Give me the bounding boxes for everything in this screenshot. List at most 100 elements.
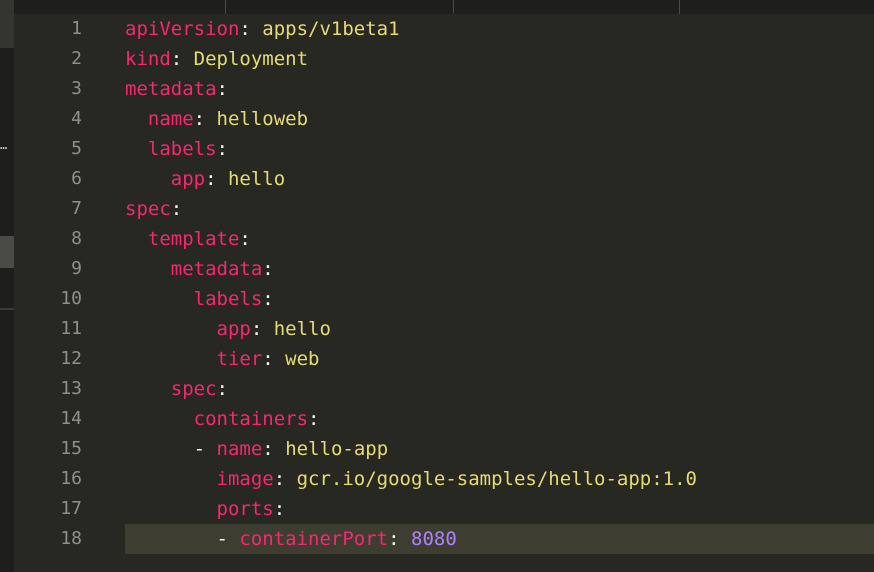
line-number: 5 [71, 138, 82, 159]
colon: : [262, 438, 274, 460]
code-text[interactable]: image: gcr.io/google-samples/hello-app:1… [125, 464, 697, 494]
code-text[interactable]: name: helloweb [125, 104, 308, 134]
code-line[interactable]: 2 kind: Deployment [0, 44, 874, 74]
yaml-key: image [216, 468, 274, 490]
yaml-key: name [147, 108, 194, 130]
code-line[interactable]: 16 image: gcr.io/google-samples/hello-ap… [0, 464, 874, 494]
code-line[interactable]: 14 containers: [0, 404, 874, 434]
code-text[interactable]: labels: [125, 284, 274, 314]
code-text[interactable]: template: [125, 224, 251, 254]
yaml-key: containerPort [239, 528, 389, 550]
yaml-value: hello [262, 318, 331, 340]
line-number: 6 [71, 168, 82, 189]
colon: : [239, 18, 251, 40]
yaml-key: app [170, 168, 206, 190]
code-text[interactable]: - name: hello-app [125, 434, 389, 464]
yaml-key: name [216, 438, 263, 460]
code-text[interactable]: ports: [125, 494, 286, 524]
colon: : [170, 198, 183, 220]
line-number: 17 [60, 498, 82, 519]
line-number: 12 [60, 348, 82, 369]
code-text[interactable]: kind: Deployment [125, 44, 308, 74]
yaml-key: tier [216, 348, 263, 370]
line-number: 16 [60, 468, 82, 489]
code-line[interactable]: 18 - containerPort: 8080 [0, 524, 874, 554]
code-line[interactable]: 15 - name: hello-app [0, 434, 874, 464]
code-line[interactable]: 17 ports: [0, 494, 874, 524]
code-text[interactable]: spec: [125, 194, 182, 224]
yaml-value: hello-app [273, 438, 389, 460]
code-text[interactable]: spec: [125, 374, 228, 404]
yaml-value: Deployment [182, 48, 309, 70]
line-number: 2 [71, 48, 82, 69]
colon: : [250, 318, 263, 340]
code-line[interactable]: 7 spec: [0, 194, 874, 224]
colon: : [193, 108, 206, 130]
yaml-value: gcr.io/google-samples/hello-app:1.0 [285, 468, 697, 490]
code-line[interactable]: 1 apiVersion: apps/v1beta1 [0, 14, 874, 44]
colon: : [216, 78, 228, 100]
yaml-key: spec [125, 198, 171, 220]
code-line[interactable]: 13 spec: [0, 374, 874, 404]
yaml-key: ports [216, 498, 274, 520]
yaml-key: labels [147, 138, 217, 160]
tab-separator [225, 0, 226, 14]
code-text[interactable]: containers: [125, 404, 320, 434]
code-line[interactable]: 3 metadata: [0, 74, 874, 104]
tab-separator [453, 0, 454, 14]
line-number: 14 [60, 408, 82, 429]
list-dash: - [193, 438, 217, 460]
list-dash: - [216, 528, 240, 550]
code-line[interactable]: 12 tier: web [0, 344, 874, 374]
code-line[interactable]: 4 name: helloweb [0, 104, 874, 134]
line-number: 8 [71, 228, 82, 249]
line-number: 18 [60, 528, 82, 549]
code-line[interactable]: 9 metadata: [0, 254, 874, 284]
code-text[interactable]: tier: web [125, 344, 320, 374]
code-text[interactable]: metadata: [125, 254, 274, 284]
code-line[interactable]: 11 app: hello [0, 314, 874, 344]
yaml-key: template [147, 228, 240, 250]
yaml-value: web [273, 348, 320, 370]
line-number: 13 [60, 378, 82, 399]
line-number: 1 [71, 18, 82, 39]
code-text[interactable]: app: hello [125, 164, 285, 194]
code-line[interactable]: 10 labels: [0, 284, 874, 314]
code-line[interactable]: 6 app: hello [0, 164, 874, 194]
line-number: 7 [71, 198, 82, 219]
code-line[interactable]: 5 labels: [0, 134, 874, 164]
colon: : [170, 48, 183, 70]
colon: : [262, 288, 274, 310]
colon: : [239, 228, 251, 250]
colon: : [273, 498, 286, 520]
code-text[interactable]: metadata: [125, 74, 228, 104]
code-text[interactable]: app: hello [125, 314, 331, 344]
colon: : [216, 378, 228, 400]
yaml-key: kind [125, 48, 171, 70]
code-text[interactable]: apiVersion: apps/v1beta1 [125, 14, 400, 44]
colon: : [262, 348, 274, 370]
line-number: 15 [60, 438, 82, 459]
yaml-key: app [216, 318, 251, 340]
code-text[interactable]: - containerPort: 8080 [125, 524, 457, 554]
code-line[interactable]: 8 template: [0, 224, 874, 254]
line-number: 9 [71, 258, 82, 279]
colon: : [308, 408, 320, 430]
yaml-key: metadata [125, 78, 217, 100]
yaml-key: labels [193, 288, 263, 310]
line-number: 11 [60, 318, 82, 339]
yaml-key: containers [193, 408, 309, 430]
code-text[interactable]: labels: [125, 134, 228, 164]
